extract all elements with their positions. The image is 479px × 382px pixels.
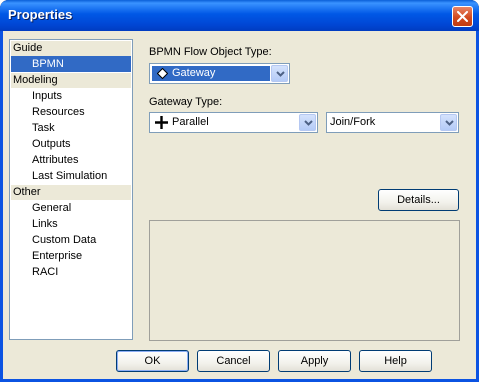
gateway-type-value: Parallel — [172, 116, 209, 128]
sidebar-item-inputs[interactable]: Inputs — [11, 88, 131, 104]
close-button[interactable] — [452, 6, 473, 27]
group-header-guide: Guide — [11, 41, 131, 56]
close-icon — [457, 11, 468, 22]
group-header-other: Other — [11, 185, 131, 200]
chevron-down-icon — [445, 120, 454, 126]
flow-object-type-label: BPMN Flow Object Type: — [149, 46, 272, 58]
sidebar-item-task[interactable]: Task — [11, 120, 131, 136]
window-title: Properties — [8, 7, 73, 22]
flow-object-type-select[interactable]: Gateway — [149, 63, 290, 84]
gateway-type-label: Gateway Type: — [149, 96, 223, 108]
properties-window: Properties Guide BPMN Modeling Inputs Re… — [0, 0, 479, 382]
sidebar-item-last-simulation[interactable]: Last Simulation — [11, 168, 131, 184]
sidebar-item-links[interactable]: Links — [11, 216, 131, 232]
chevron-down-icon — [276, 71, 285, 77]
sidebar-item-outputs[interactable]: Outputs — [11, 136, 131, 152]
title-bar[interactable]: Properties — [0, 0, 479, 31]
sidebar-item-custom-data[interactable]: Custom Data — [11, 232, 131, 248]
sidebar-item-general[interactable]: General — [11, 200, 131, 216]
sidebar-item-raci[interactable]: RACI — [11, 264, 131, 280]
gateway-type-dropdown-button[interactable] — [299, 114, 316, 131]
sidebar-item-resources[interactable]: Resources — [11, 104, 131, 120]
diamond-icon — [157, 68, 168, 79]
category-list[interactable]: Guide BPMN Modeling Inputs Resources Tas… — [9, 39, 133, 340]
flow-object-type-dropdown-button[interactable] — [271, 65, 288, 82]
flow-object-type-value: Gateway — [172, 67, 216, 79]
cancel-button[interactable]: Cancel — [197, 350, 270, 372]
sidebar-item-attributes[interactable]: Attributes — [11, 152, 131, 168]
gateway-mode-dropdown-button[interactable] — [440, 114, 457, 131]
plus-icon — [155, 116, 168, 129]
help-button[interactable]: Help — [359, 350, 432, 372]
details-button[interactable]: Details... — [378, 189, 459, 211]
details-panel — [149, 220, 460, 341]
gateway-mode-select[interactable]: Join/Fork — [326, 112, 459, 133]
sidebar-item-bpmn[interactable]: BPMN — [11, 56, 131, 72]
gateway-mode-value: Join/Fork — [330, 116, 376, 128]
gateway-type-select[interactable]: Parallel — [149, 112, 318, 133]
ok-button[interactable]: OK — [116, 350, 189, 372]
group-header-modeling: Modeling — [11, 73, 131, 88]
chevron-down-icon — [304, 120, 313, 126]
sidebar-item-enterprise[interactable]: Enterprise — [11, 248, 131, 264]
apply-button[interactable]: Apply — [278, 350, 351, 372]
dialog-body: Guide BPMN Modeling Inputs Resources Tas… — [3, 31, 476, 379]
